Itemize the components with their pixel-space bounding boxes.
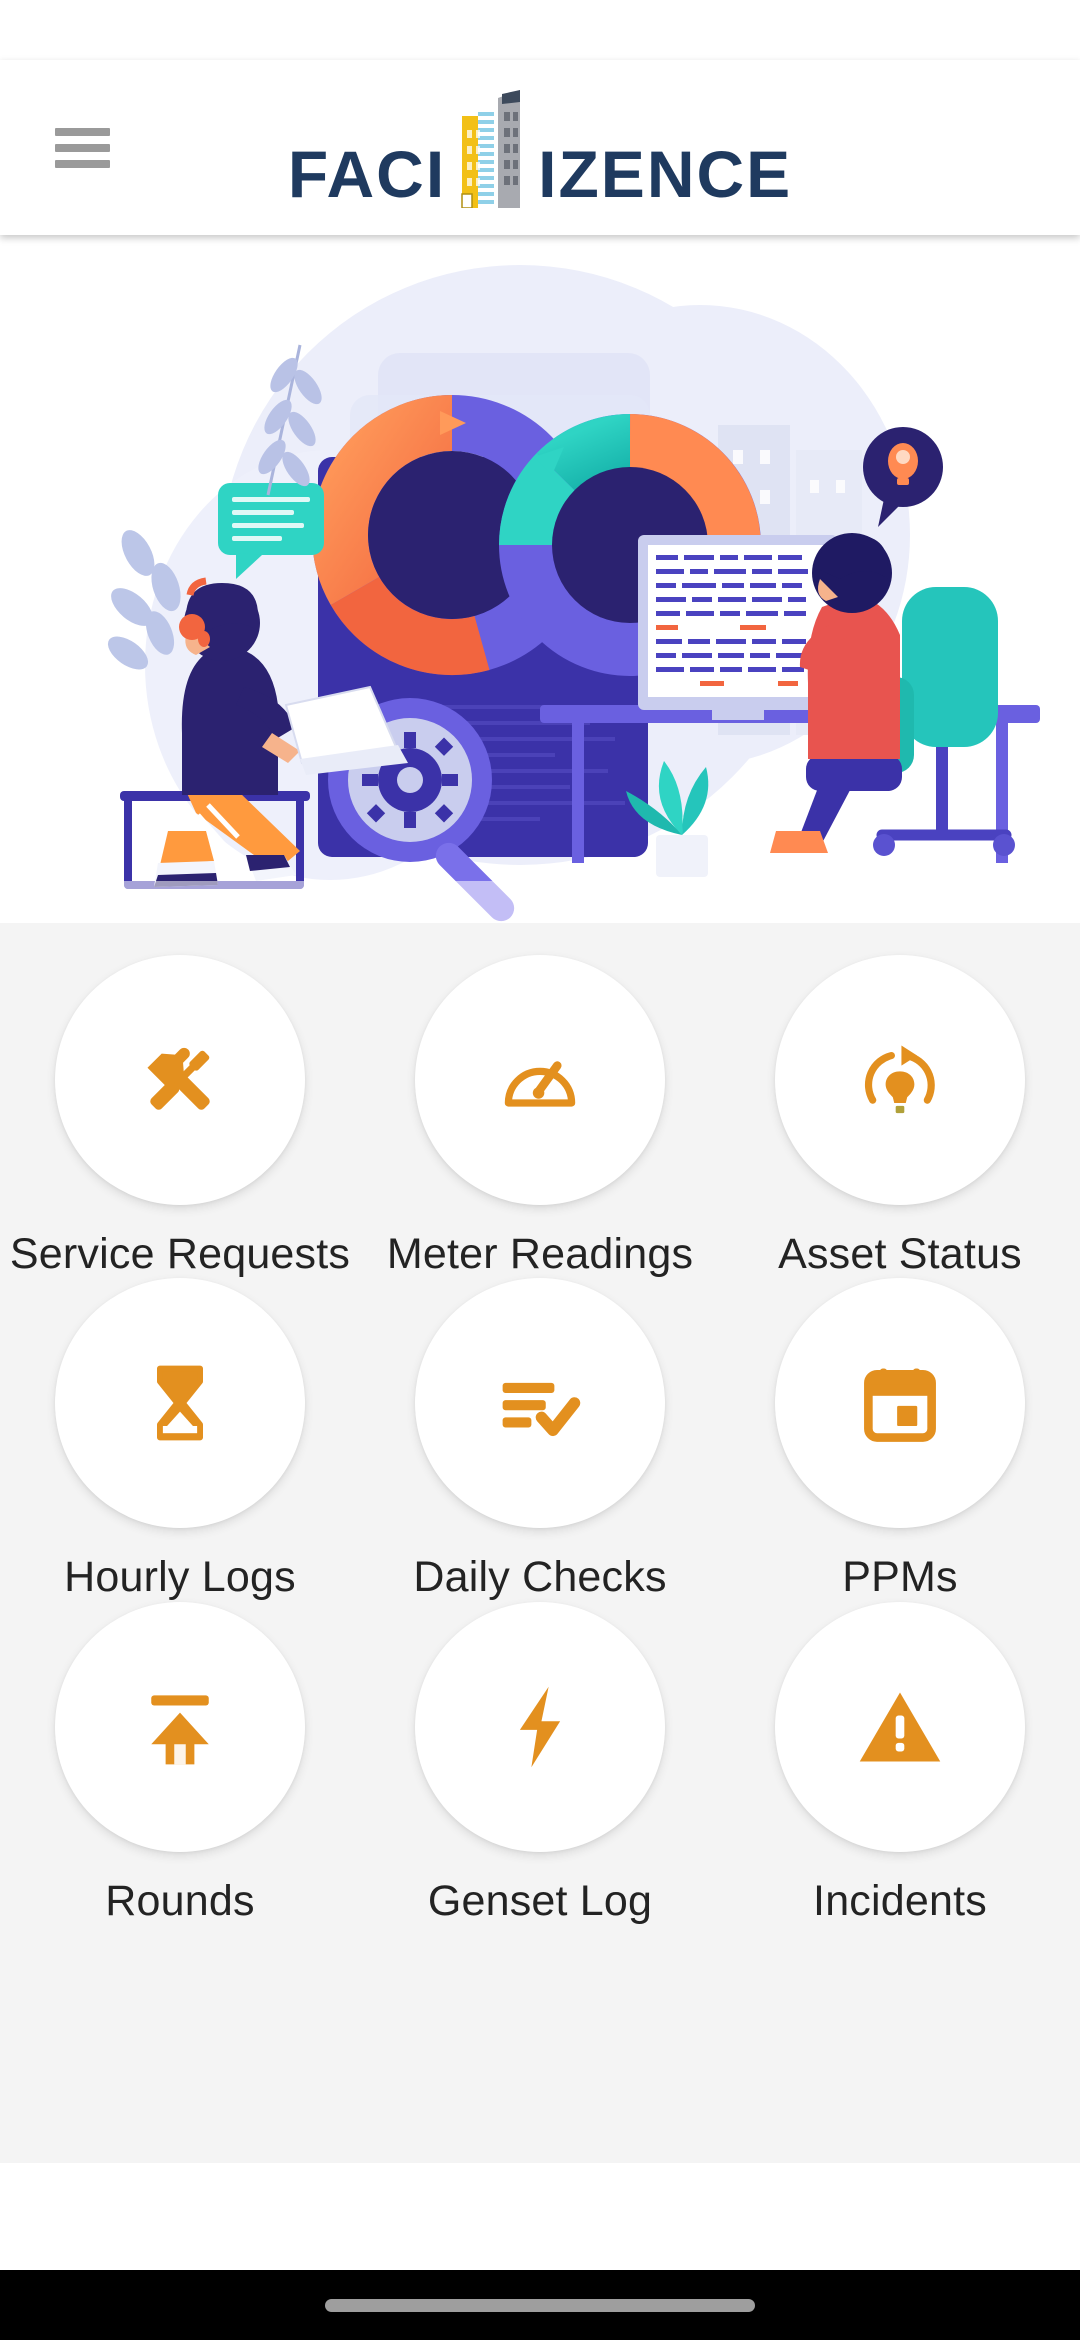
warning-triangle-icon [854,1681,946,1773]
menu-tile-daily-checks[interactable]: Daily Checks [360,1278,720,1601]
menu-tile-circle [775,1601,1025,1852]
hamburger-bar-3 [55,159,110,168]
status-bar-area [0,0,1080,60]
menu-tile-label: Daily Checks [413,1553,667,1602]
menu-tile-circle [415,1278,665,1529]
lightbulb-refresh-icon [854,1034,946,1126]
app-header: FACI IZENCE [0,60,1080,235]
menu-tile-meter-readings[interactable]: Meter Readings [360,955,720,1278]
menu-tile-genset-log[interactable]: Genset Log [360,1601,720,1925]
hamburger-menu-icon[interactable] [55,127,110,168]
menu-tile-label: Genset Log [427,1876,653,1925]
logo-text-left: FACI [287,136,447,211]
menu-grid-section: Service Requests Meter Readings Asset St… [0,923,1080,2163]
hamburger-bar-2 [55,143,110,152]
menu-tile-service-requests[interactable]: Service Requests [0,955,360,1278]
calendar-icon [854,1357,946,1449]
tools-hammer-screwdriver-icon [134,1034,226,1126]
menu-tile-circle [55,1278,305,1529]
menu-tile-label: Rounds [105,1876,255,1925]
logo-buildings-icon [448,89,536,208]
menu-tile-asset-status[interactable]: Asset Status [720,955,1080,1278]
menu-tile-label: Service Requests [9,1230,351,1278]
app-logo: FACI IZENCE [0,89,1080,211]
speedometer-gauge-icon [494,1034,586,1126]
hamburger-bar-1 [55,127,110,136]
hourglass-icon [134,1357,226,1449]
arrow-up-to-line-icon [134,1681,226,1773]
menu-tile-ppms[interactable]: PPMs [720,1278,1080,1601]
menu-tile-circle [775,955,1025,1205]
menu-tile-label: PPMs [842,1553,958,1602]
logo-text-right: IZENCE [538,136,793,211]
menu-tile-circle [55,1601,305,1852]
menu-tile-circle [415,1601,665,1852]
menu-tile-hourly-logs[interactable]: Hourly Logs [0,1278,360,1601]
hero-illustration [0,235,1080,923]
menu-tile-label: Hourly Logs [64,1553,296,1602]
menu-tile-label: Meter Readings [386,1230,694,1278]
menu-tile-circle [775,1278,1025,1529]
menu-tile-incidents[interactable]: Incidents [720,1601,1080,1925]
menu-tile-circle [415,955,665,1205]
menu-tile-label: Incidents [813,1876,987,1925]
lightning-bolt-icon [494,1681,586,1773]
menu-tile-label: Asset Status [778,1230,1022,1278]
home-gesture-handle[interactable] [325,2298,755,2312]
app-screen: FACI IZENCE Service Requests Meter Readi… [0,0,1080,2340]
menu-grid: Service Requests Meter Readings Asset St… [0,955,1080,1925]
menu-tile-circle [55,955,305,1205]
checklist-icon [494,1357,586,1449]
menu-tile-rounds[interactable]: Rounds [0,1601,360,1925]
android-gesture-navbar [0,2270,1080,2340]
